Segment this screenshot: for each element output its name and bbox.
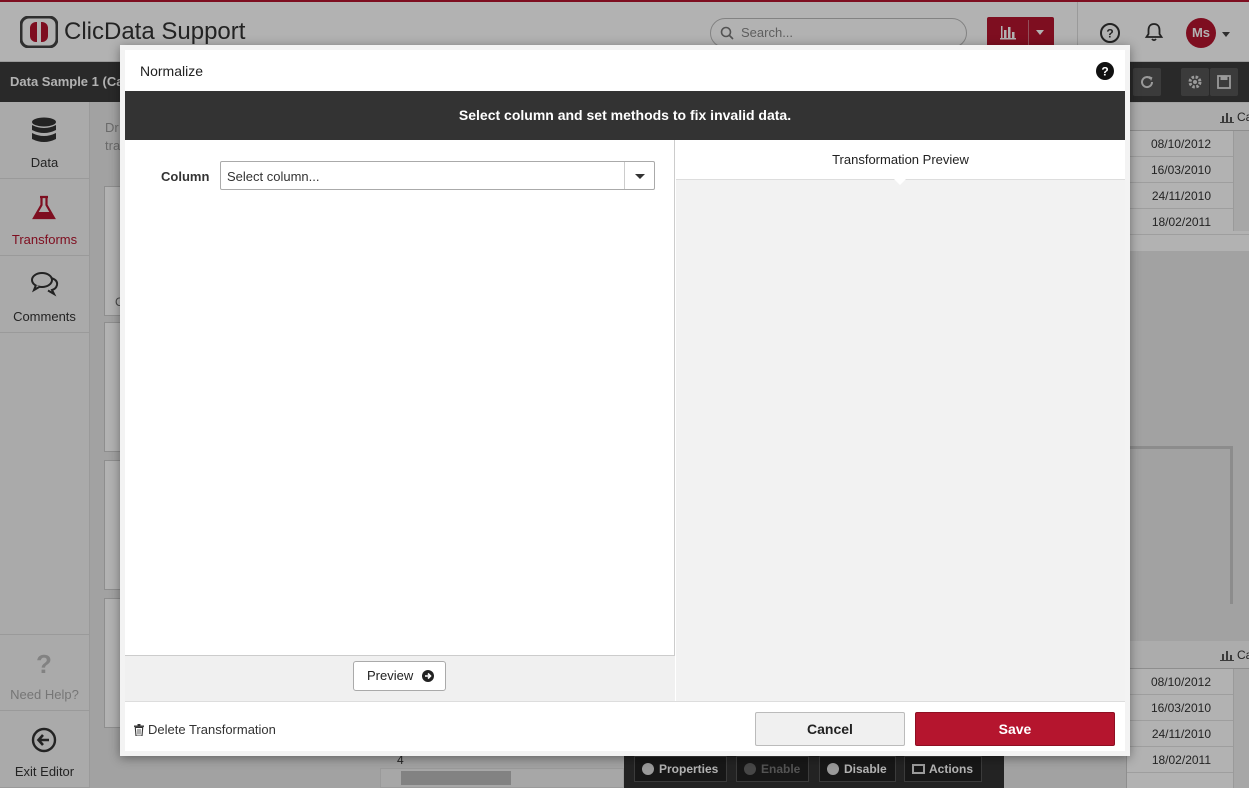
cancel-button[interactable]: Cancel: [755, 712, 905, 746]
normalize-dialog: Normalize ? Select column and set method…: [120, 45, 1130, 756]
svg-text:?: ?: [1101, 65, 1108, 79]
preview-button-label: Preview: [367, 668, 414, 683]
transformation-preview-panel: Transformation Preview: [676, 140, 1125, 701]
settings-panel-footer: Preview: [125, 655, 675, 701]
dialog-body: Normalize ? Select column and set method…: [125, 50, 1125, 751]
arrow-right-circle-icon: [422, 670, 434, 682]
panel-notch: [894, 179, 906, 185]
dialog-footer: Delete Transformation Cancel Save: [125, 701, 1125, 751]
column-label: Column: [161, 169, 210, 184]
chevron-down-icon: [635, 174, 645, 179]
delete-transformation-link[interactable]: Delete Transformation: [134, 722, 276, 737]
column-select-value: Select column...: [227, 169, 320, 184]
save-button[interactable]: Save: [915, 712, 1115, 746]
dialog-header: Normalize ?: [125, 50, 1125, 91]
dropdown-toggle[interactable]: [624, 162, 654, 189]
settings-panel: Column Select column... Preview: [125, 140, 675, 701]
dialog-title: Normalize: [140, 63, 204, 79]
preview-panel-title: Transformation Preview: [676, 140, 1125, 180]
delete-transformation-label: Delete Transformation: [148, 722, 276, 737]
trash-icon: [134, 724, 144, 736]
help-circle-icon[interactable]: ?: [1096, 62, 1114, 80]
preview-button[interactable]: Preview: [353, 661, 446, 691]
column-select[interactable]: Select column...: [220, 161, 655, 190]
instruction-banner: Select column and set methods to fix inv…: [125, 91, 1125, 140]
